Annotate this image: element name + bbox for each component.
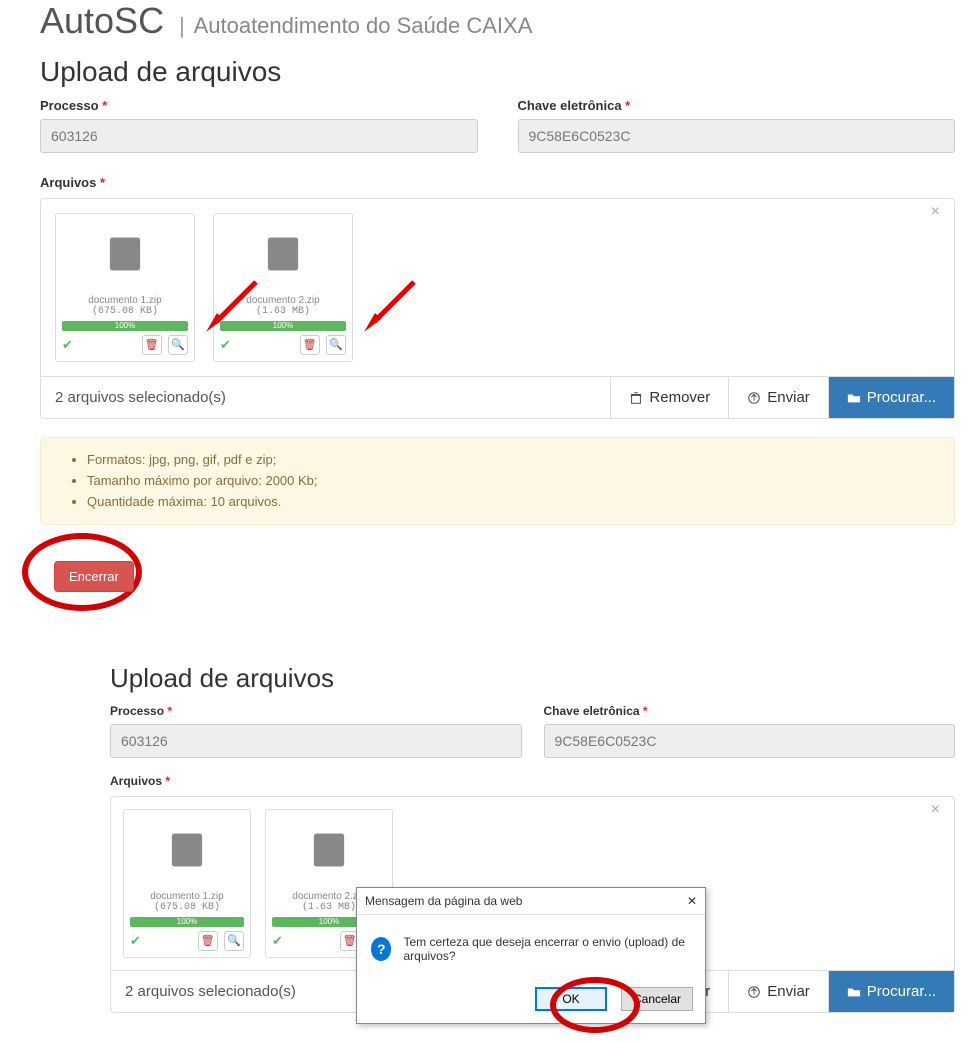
zoom-file-button[interactable]: 🔍 — [224, 931, 244, 951]
file-icon — [56, 214, 194, 289]
app-separator: | — [179, 13, 185, 38]
app-title: AutoSC | Autoatendimento do Saúde CAIXA — [40, 0, 955, 42]
file-size: (675.08 KB) — [56, 306, 194, 317]
delete-file-button[interactable]: 🗑 — [198, 931, 218, 951]
delete-file-button[interactable]: 🗑 — [300, 335, 320, 355]
info-line: Formatos: jpg, png, gif, pdf e zip; — [87, 450, 926, 471]
upload-icon — [747, 391, 761, 405]
close-icon[interactable]: × — [925, 801, 946, 819]
browse-button[interactable]: Procurar... — [828, 377, 954, 418]
send-button[interactable]: Enviar — [728, 377, 828, 418]
label-processo: Processo * — [40, 98, 478, 113]
input-processo — [40, 119, 478, 153]
file-icon — [214, 214, 352, 289]
files-panel: × documento 1.zip (675.08 KB) 100% ✔ 🗑 🔍 — [40, 198, 955, 419]
label-chave: Chave eletrônica * — [518, 98, 956, 113]
app-subtitle: Autoatendimento do Saúde CAIXA — [194, 13, 533, 38]
file-name: documento 1.zip — [124, 891, 250, 902]
input-processo — [110, 724, 522, 758]
annotation-arrow-icon — [359, 277, 419, 337]
confirm-dialog: Mensagem da página da web ✕ ? Tem certez… — [356, 887, 706, 1024]
close-icon[interactable]: × — [925, 203, 946, 221]
delete-file-button[interactable]: 🗑 — [142, 335, 162, 355]
selected-count: 2 arquivos selecionado(s) — [41, 377, 610, 418]
dialog-cancel-button[interactable]: Cancelar — [621, 987, 693, 1011]
check-icon: ✔ — [130, 933, 141, 949]
zoom-file-button[interactable]: 🔍 — [168, 335, 188, 355]
input-chave — [518, 119, 956, 153]
app-brand: AutoSC — [40, 0, 164, 41]
file-icon — [124, 810, 250, 885]
input-chave — [544, 724, 956, 758]
progress-bar: 100% — [220, 321, 346, 331]
file-size: (675.08 KB) — [124, 902, 250, 913]
file-size: (1.63 MB) — [214, 306, 352, 317]
file-thumb: documento 1.zip (675.08 KB) 100% ✔ 🗑 🔍 — [55, 213, 195, 362]
trash-icon — [629, 391, 643, 405]
label-processo: Processo * — [110, 704, 522, 718]
dialog-ok-button[interactable]: OK — [535, 987, 607, 1011]
folder-open-icon — [847, 985, 861, 999]
upload-icon — [747, 985, 761, 999]
page-title: Upload de arquivos — [110, 663, 955, 694]
check-icon: ✔ — [272, 933, 283, 949]
zoom-file-button[interactable]: 🔍 — [326, 335, 346, 355]
info-line: Tamanho máximo por arquivo: 2000 Kb; — [87, 471, 926, 492]
label-chave: Chave eletrônica * — [544, 704, 956, 718]
send-button[interactable]: Enviar — [728, 971, 828, 1012]
info-line: Quantidade máxima: 10 arquivos. — [87, 492, 926, 513]
file-icon — [266, 810, 392, 885]
file-thumb: documento 1.zip (675.08 KB) 100% ✔ 🗑 🔍 — [123, 809, 251, 958]
folder-open-icon — [847, 391, 861, 405]
browse-button[interactable]: Procurar... — [828, 971, 954, 1012]
check-icon: ✔ — [62, 337, 73, 353]
dialog-message: Tem certeza que deseja encerrar o envio … — [403, 935, 691, 963]
page-title: Upload de arquivos — [40, 56, 955, 88]
file-name: documento 2.zip — [214, 295, 352, 306]
remove-button[interactable]: Remover — [610, 377, 728, 418]
check-icon: ✔ — [220, 337, 231, 353]
progress-bar: 100% — [62, 321, 188, 331]
dialog-close-icon[interactable]: ✕ — [687, 894, 697, 908]
encerrar-button[interactable]: Encerrar — [54, 561, 134, 592]
info-box: Formatos: jpg, png, gif, pdf e zip; Tama… — [40, 437, 955, 525]
label-arquivos: Arquivos * — [40, 175, 955, 190]
file-name: documento 1.zip — [56, 295, 194, 306]
label-arquivos: Arquivos * — [110, 774, 955, 788]
question-icon: ? — [371, 937, 391, 961]
files-panel-footer: 2 arquivos selecionado(s) Remover Enviar… — [41, 376, 954, 418]
progress-bar: 100% — [130, 917, 244, 927]
file-thumb: documento 2.zip (1.63 MB) 100% ✔ 🗑 🔍 — [213, 213, 353, 362]
dialog-title: Mensagem da página da web — [365, 894, 522, 908]
